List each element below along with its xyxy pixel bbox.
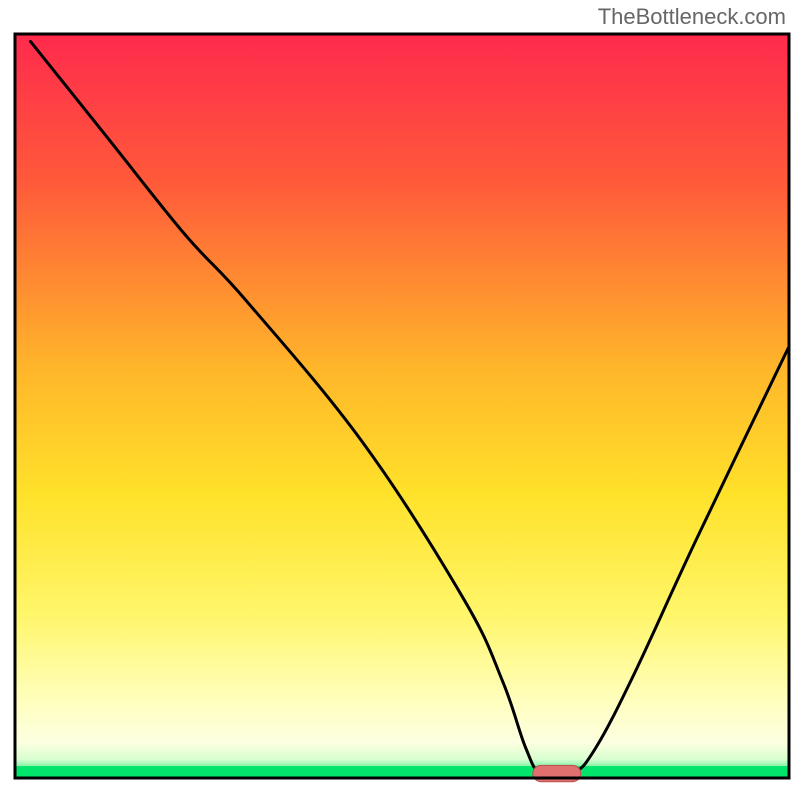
watermark-text: TheBottleneck.com [598,4,786,30]
chart-container: TheBottleneck.com [0,0,800,800]
gradient-background [15,34,789,778]
green-band [15,766,789,778]
bottleneck-chart [0,0,800,800]
